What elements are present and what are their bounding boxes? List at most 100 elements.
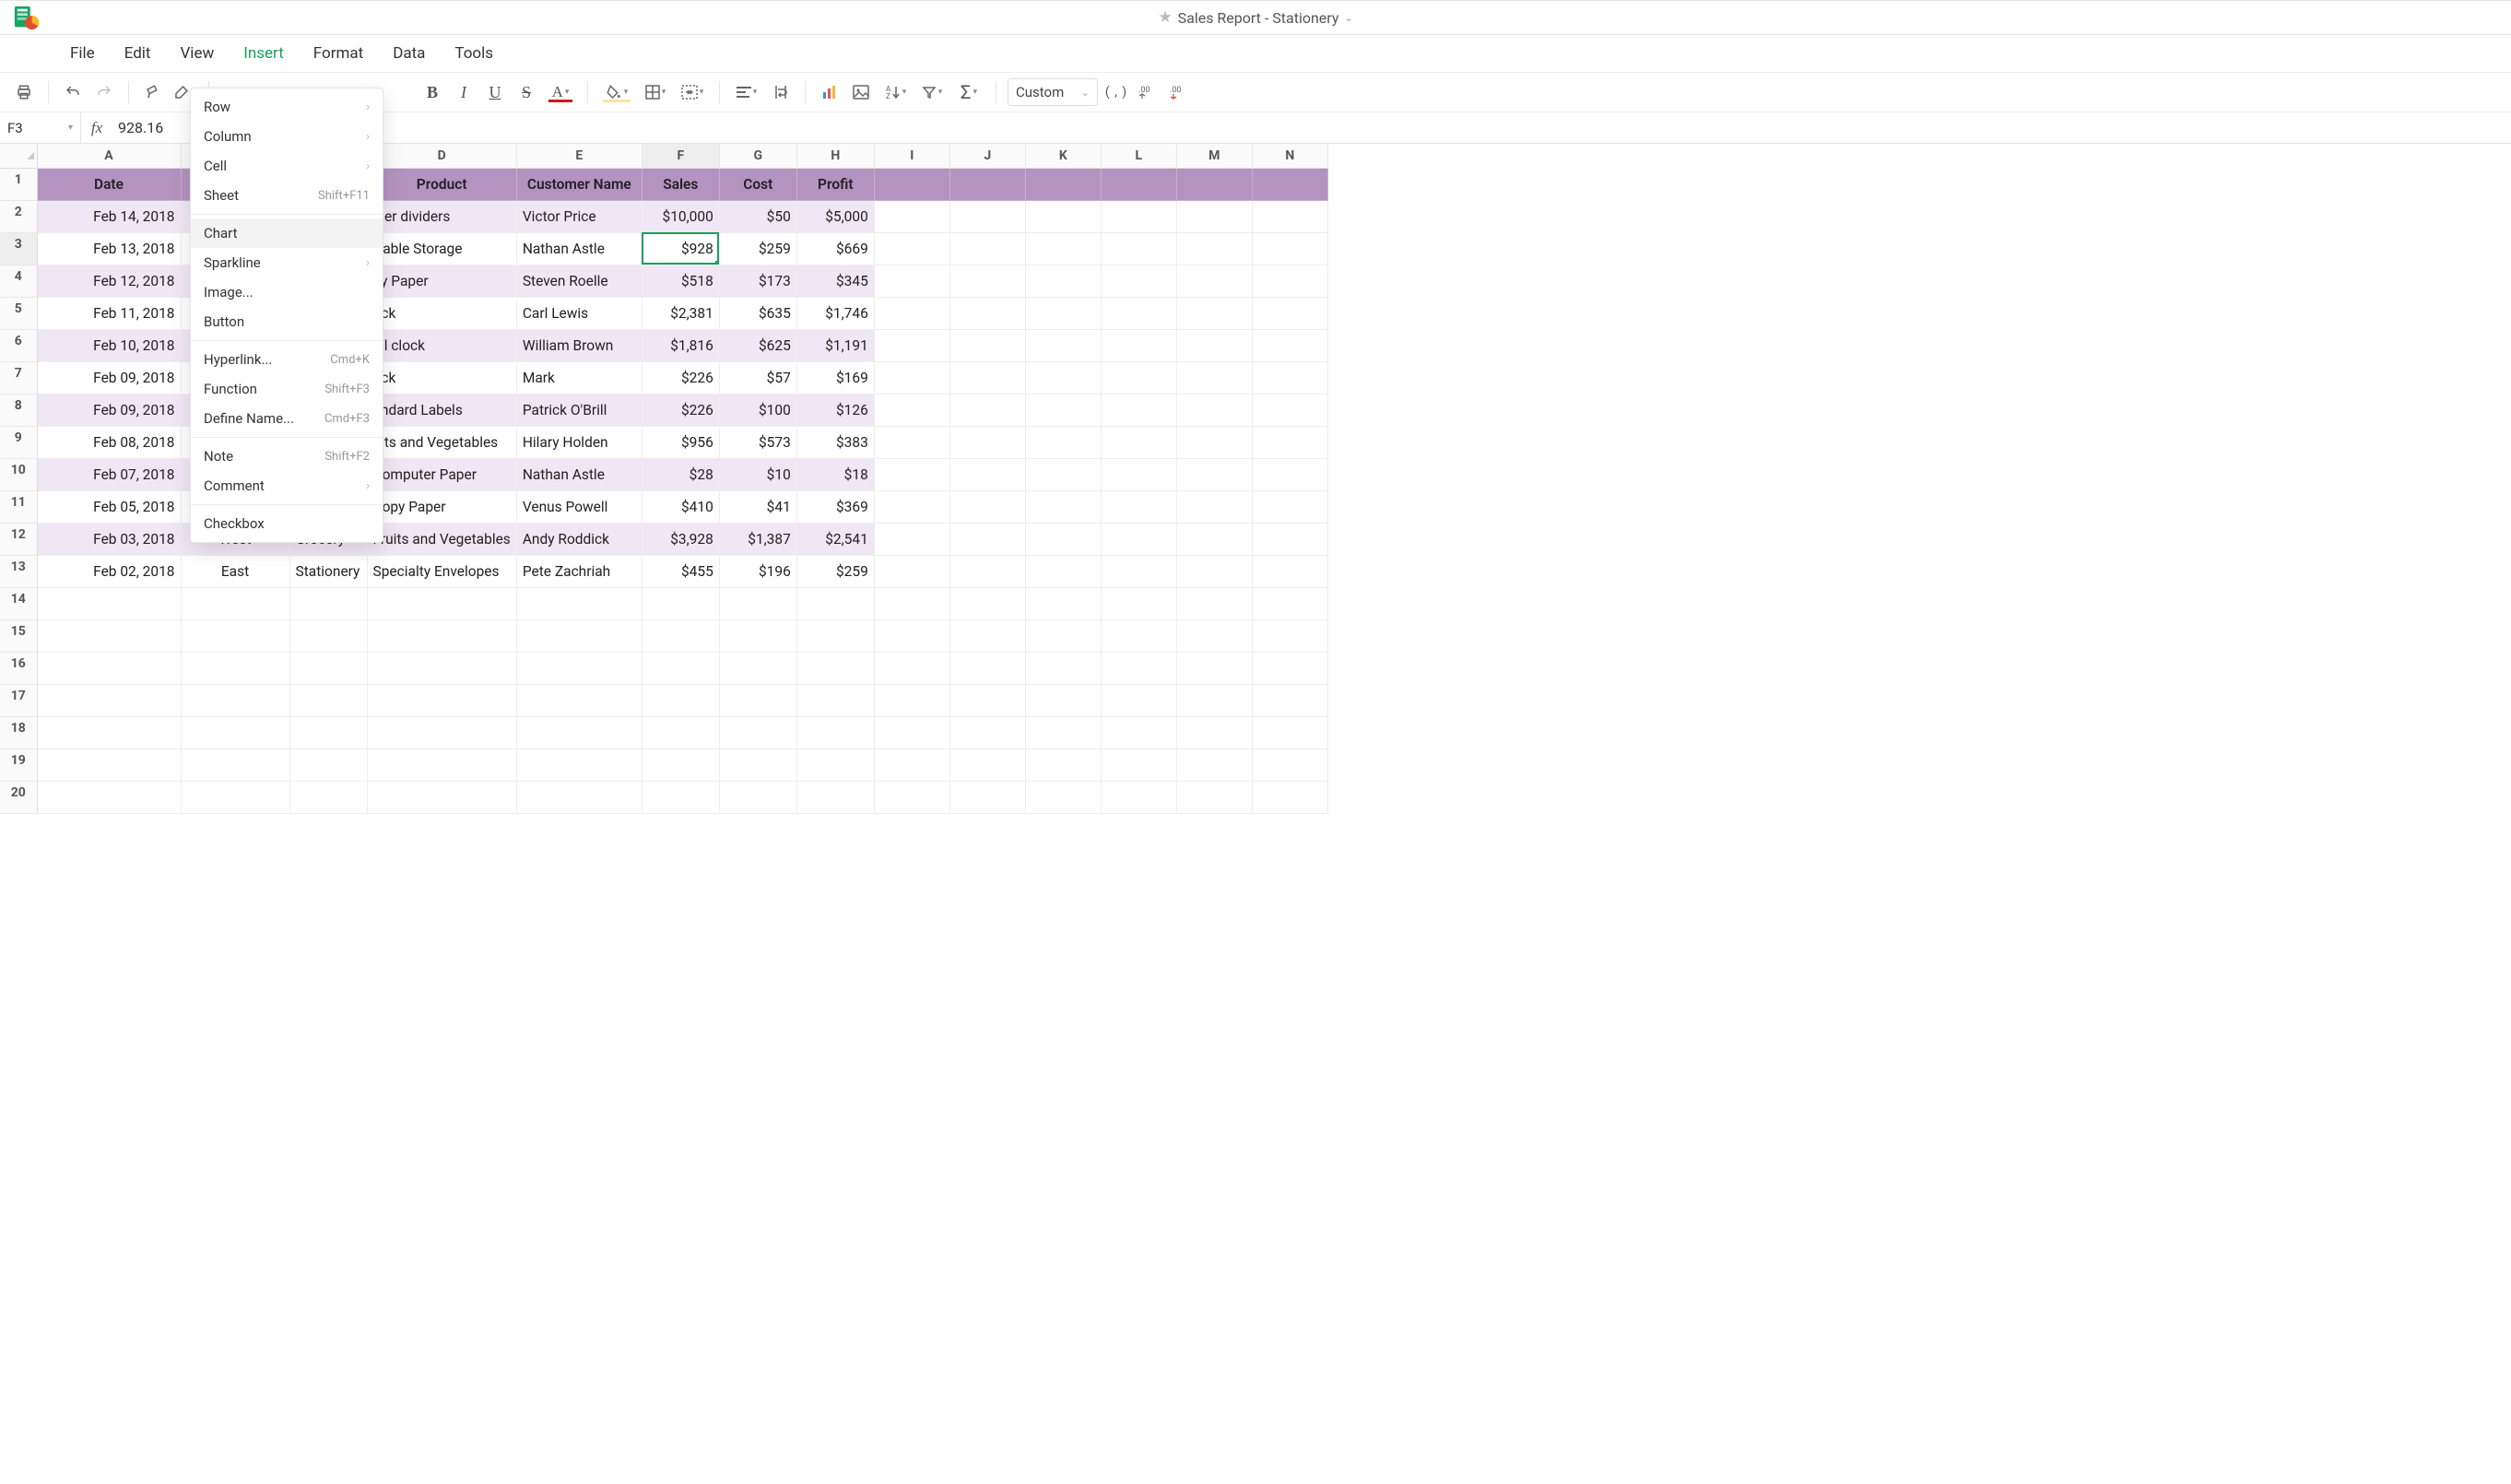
cell-I7[interactable]	[874, 361, 949, 394]
cell-K11[interactable]	[1025, 490, 1101, 523]
menu-tools[interactable]: Tools	[440, 35, 508, 72]
cell-A10[interactable]: Feb 07, 2018	[37, 458, 181, 490]
cell-D13[interactable]: Specialty Envelopes	[367, 555, 516, 587]
cell-H3[interactable]: $669	[796, 232, 874, 265]
sort-button[interactable]: AZ▾	[879, 79, 911, 105]
cell-M4[interactable]	[1176, 265, 1252, 297]
header-cell-F[interactable]: Sales	[642, 168, 719, 200]
cell-J20[interactable]	[949, 781, 1025, 813]
cell-I15[interactable]	[874, 619, 949, 652]
cell-N9[interactable]	[1252, 426, 1327, 458]
row-header-17[interactable]: 17	[0, 684, 37, 716]
cell-A17[interactable]	[37, 684, 181, 716]
cell-I18[interactable]	[874, 716, 949, 748]
cell-K17[interactable]	[1025, 684, 1101, 716]
row-header-19[interactable]: 19	[0, 748, 37, 781]
cell-M10[interactable]	[1176, 458, 1252, 490]
cell-M5[interactable]	[1176, 297, 1252, 329]
cell-F2[interactable]: $10,000	[642, 200, 719, 232]
cell-H17[interactable]	[796, 684, 874, 716]
cell-F19[interactable]	[642, 748, 719, 781]
filter-button[interactable]: ▾	[916, 79, 948, 105]
row-header-13[interactable]: 13	[0, 555, 37, 587]
cell-E11[interactable]: Venus Powell	[516, 490, 642, 523]
cell-I5[interactable]	[874, 297, 949, 329]
cell-F3[interactable]: $928	[642, 232, 719, 265]
cell-F6[interactable]: $1,816	[642, 329, 719, 361]
cell-H10[interactable]: $18	[796, 458, 874, 490]
cell-G16[interactable]	[719, 652, 796, 684]
cell-E19[interactable]	[516, 748, 642, 781]
insert-column[interactable]: Column›	[191, 122, 383, 151]
row-header-9[interactable]: 9	[0, 426, 37, 458]
name-box[interactable]: F3 ▾	[0, 112, 81, 143]
cell-D10[interactable]: Computer Paper	[367, 458, 516, 490]
cell-K2[interactable]	[1025, 200, 1101, 232]
cell-J12[interactable]	[949, 523, 1025, 555]
cell-A9[interactable]: Feb 08, 2018	[37, 426, 181, 458]
cell-N17[interactable]	[1252, 684, 1327, 716]
header-cell-D[interactable]: Product	[367, 168, 516, 200]
row-header-7[interactable]: 7	[0, 361, 37, 394]
cell-J2[interactable]	[949, 200, 1025, 232]
cell-E3[interactable]: Nathan Astle	[516, 232, 642, 265]
decrease-decimal-icon[interactable]: .00	[1166, 79, 1192, 105]
cell-A15[interactable]	[37, 619, 181, 652]
cell-C19[interactable]	[289, 748, 367, 781]
cell-K19[interactable]	[1025, 748, 1101, 781]
cell-G15[interactable]	[719, 619, 796, 652]
cell-G4[interactable]: $173	[719, 265, 796, 297]
cell-M7[interactable]	[1176, 361, 1252, 394]
cell-J3[interactable]	[949, 232, 1025, 265]
cell-G2[interactable]: $50	[719, 200, 796, 232]
cell-K10[interactable]	[1025, 458, 1101, 490]
insert-checkbox[interactable]: Checkbox	[191, 509, 383, 538]
cell-H7[interactable]: $169	[796, 361, 874, 394]
merge-cells-button[interactable]: ▾	[677, 79, 708, 105]
cell-E13[interactable]: Pete Zachriah	[516, 555, 642, 587]
cell-F15[interactable]	[642, 619, 719, 652]
cell-C15[interactable]	[289, 619, 367, 652]
row-header-14[interactable]: 14	[0, 587, 37, 619]
cell-M8[interactable]	[1176, 394, 1252, 426]
cell-J8[interactable]	[949, 394, 1025, 426]
cell-G19[interactable]	[719, 748, 796, 781]
cell-I11[interactable]	[874, 490, 949, 523]
insert-sheet[interactable]: SheetShift+F11	[191, 181, 383, 210]
cell-J15[interactable]	[949, 619, 1025, 652]
cell-D6[interactable]: all clock	[367, 329, 516, 361]
cell-N16[interactable]	[1252, 652, 1327, 684]
cell-F14[interactable]	[642, 587, 719, 619]
header-cell-H[interactable]: Profit	[796, 168, 874, 200]
cell-B14[interactable]	[181, 587, 289, 619]
cell-G20[interactable]	[719, 781, 796, 813]
cell-F7[interactable]: $226	[642, 361, 719, 394]
cell-K15[interactable]	[1025, 619, 1101, 652]
column-header-N[interactable]: N	[1252, 144, 1327, 168]
column-header-A[interactable]: A	[37, 144, 181, 168]
row-header-6[interactable]: 6	[0, 329, 37, 361]
cell-E8[interactable]: Patrick O'Brill	[516, 394, 642, 426]
column-header-J[interactable]: J	[949, 144, 1025, 168]
cell-E15[interactable]	[516, 619, 642, 652]
cell-F5[interactable]: $2,381	[642, 297, 719, 329]
insert-comment[interactable]: Comment›	[191, 471, 383, 501]
header-cell-L[interactable]	[1101, 168, 1176, 200]
cell-K8[interactable]	[1025, 394, 1101, 426]
cell-C13[interactable]: Stationery	[289, 555, 367, 587]
cell-E2[interactable]: Victor Price	[516, 200, 642, 232]
cell-N3[interactable]	[1252, 232, 1327, 265]
cell-N12[interactable]	[1252, 523, 1327, 555]
header-cell-M[interactable]	[1176, 168, 1252, 200]
cell-E20[interactable]	[516, 781, 642, 813]
cell-C16[interactable]	[289, 652, 367, 684]
cell-N11[interactable]	[1252, 490, 1327, 523]
row-header-15[interactable]: 15	[0, 619, 37, 652]
cell-D18[interactable]	[367, 716, 516, 748]
cell-H14[interactable]	[796, 587, 874, 619]
cell-L9[interactable]	[1101, 426, 1176, 458]
formula-input[interactable]: 928.16	[112, 112, 2511, 143]
cell-H15[interactable]	[796, 619, 874, 652]
cell-M16[interactable]	[1176, 652, 1252, 684]
row-header-20[interactable]: 20	[0, 781, 37, 813]
